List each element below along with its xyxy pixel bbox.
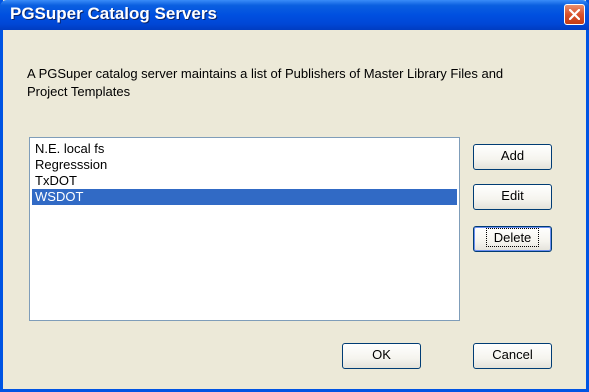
title-bar[interactable]: PGSuper Catalog Servers <box>0 0 589 30</box>
cancel-button-label: Cancel <box>492 347 533 362</box>
close-icon <box>569 9 580 20</box>
edit-button[interactable]: Edit <box>473 184 552 210</box>
description-text: A PGSuper catalog server maintains a lis… <box>27 66 504 99</box>
cancel-button[interactable]: Cancel <box>473 343 552 369</box>
catalog-server-list[interactable]: N.E. local fs Regresssion TxDOT WSDOT <box>29 137 460 321</box>
list-item[interactable]: Regresssion <box>32 157 457 173</box>
delete-button[interactable]: Delete <box>473 226 552 252</box>
catalog-servers-dialog: PGSuper Catalog Servers A PGSuper catalo… <box>0 0 589 392</box>
ok-button-label: OK <box>372 347 391 362</box>
list-item[interactable]: TxDOT <box>32 173 457 189</box>
close-button[interactable] <box>564 4 585 25</box>
delete-button-label: Delete <box>485 228 540 247</box>
list-item-selected[interactable]: WSDOT <box>32 189 457 205</box>
add-button[interactable]: Add <box>473 144 552 170</box>
list-item[interactable]: N.E. local fs <box>32 141 457 157</box>
window-title: PGSuper Catalog Servers <box>10 4 217 23</box>
add-button-label: Add <box>500 148 525 163</box>
edit-button-label: Edit <box>501 188 524 203</box>
ok-button[interactable]: OK <box>342 343 421 369</box>
